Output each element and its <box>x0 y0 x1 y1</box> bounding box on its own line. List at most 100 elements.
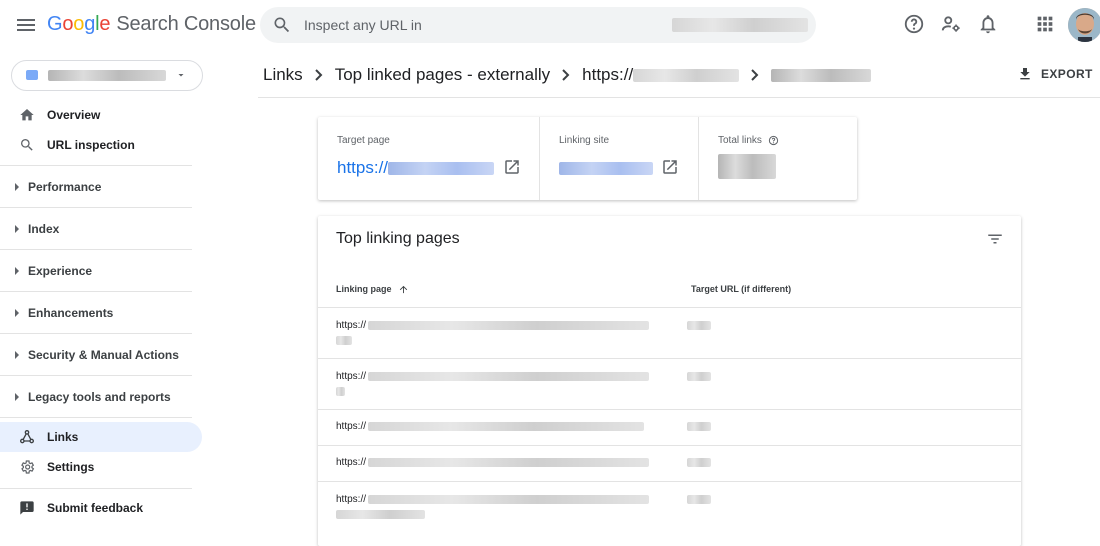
redacted-target-url <box>388 162 494 175</box>
sidebar-group-security[interactable]: Security & Manual Actions <box>0 333 192 375</box>
breadcrumb-links[interactable]: Links <box>263 65 303 85</box>
redacted-target-url <box>687 495 711 504</box>
redacted-linking-site[interactable] <box>559 162 653 175</box>
sidebar-group-legacy-tools[interactable]: Legacy tools and reports <box>0 375 192 417</box>
linking-site-label: Linking site <box>559 135 610 146</box>
expand-arrow-icon <box>15 266 19 275</box>
sidebar-group-experience[interactable]: Experience <box>0 249 192 291</box>
export-label: EXPORT <box>1041 67 1093 81</box>
total-links-label: Total links <box>718 135 779 146</box>
table-title: Top linking pages <box>336 230 460 247</box>
top-linking-pages-card: Top linking pages Linking page Target UR… <box>318 216 1021 546</box>
target-page-url[interactable]: https:// <box>337 158 388 178</box>
sidebar-group-index[interactable]: Index <box>0 207 192 249</box>
table-row[interactable]: https:// <box>318 358 1021 410</box>
sidebar-item-overview[interactable]: Overview <box>0 100 202 130</box>
column-header-target-url[interactable]: Target URL (if different) <box>691 284 791 294</box>
logo-letter: g <box>84 13 96 35</box>
logo-letter: o <box>73 13 85 35</box>
top-app-bar: Google Search Console Inspect any URL in <box>0 0 1100 50</box>
total-links-cell: Total links <box>699 117 857 200</box>
chevron-right-icon <box>750 69 760 81</box>
sidebar-group-label: Legacy tools and reports <box>28 389 171 404</box>
breadcrumb-target-url[interactable]: https:// <box>582 65 633 85</box>
summary-card: Target page https:// Linking site Total … <box>318 117 857 200</box>
sidebar-divider <box>0 488 192 489</box>
table-row[interactable]: https:// <box>318 481 1021 532</box>
expand-arrow-icon <box>15 182 19 191</box>
sidebar-item-label: Overview <box>47 108 101 122</box>
open-in-new-icon[interactable] <box>503 158 521 176</box>
header-divider <box>258 97 1100 98</box>
sidebar-group-label: Enhancements <box>28 305 114 320</box>
filter-icon[interactable] <box>986 230 1004 248</box>
search-placeholder: Inspect any URL in <box>304 17 422 33</box>
property-selector[interactable] <box>11 60 203 91</box>
target-page-cell: Target page https:// <box>318 117 540 200</box>
target-page-label: Target page <box>337 135 390 146</box>
export-button[interactable]: EXPORT <box>1017 63 1093 85</box>
linking-page-url: https:// <box>336 494 367 505</box>
url-inspection-search-bar[interactable]: Inspect any URL in <box>260 7 816 43</box>
search-icon <box>272 15 292 35</box>
redacted-url <box>368 422 644 431</box>
sidebar-group-label: Experience <box>28 263 93 278</box>
sidebar-item-label: Links <box>47 430 79 444</box>
dropdown-caret-icon <box>175 69 187 81</box>
main-menu-icon[interactable] <box>14 13 38 37</box>
table-row[interactable]: https:// <box>318 409 1021 446</box>
logo-letter: o <box>62 13 74 35</box>
search-icon <box>19 137 35 153</box>
sidebar-group-performance[interactable]: Performance <box>0 165 192 207</box>
redacted-url <box>368 458 649 467</box>
expand-arrow-icon <box>15 308 19 317</box>
table-row[interactable]: https:// <box>318 445 1021 482</box>
sort-ascending-icon[interactable] <box>398 284 409 295</box>
redacted-total-links <box>718 154 776 179</box>
sidebar-item-label: Settings <box>47 460 95 474</box>
linking-page-url: https:// <box>336 320 367 331</box>
linking-page-url: https:// <box>336 457 367 468</box>
total-links-label-text: Total links <box>718 135 762 147</box>
open-in-new-icon[interactable] <box>661 158 679 176</box>
property-icon <box>26 70 38 80</box>
column-header-linking-page[interactable]: Linking page <box>336 284 409 295</box>
product-logo[interactable]: Google Search Console <box>47 13 256 36</box>
expand-arrow-icon <box>15 224 19 233</box>
notifications-icon[interactable] <box>977 13 1001 37</box>
apps-grid-icon[interactable] <box>1034 13 1058 37</box>
sidebar-item-links[interactable]: Links <box>0 422 202 452</box>
redacted-property-name <box>48 70 166 81</box>
expand-arrow-icon <box>15 392 19 401</box>
sidebar-item-settings[interactable]: Settings <box>0 452 202 482</box>
sidebar-item-label: Submit feedback <box>47 501 144 515</box>
sidebar-item-url-inspection[interactable]: URL inspection <box>0 130 202 160</box>
gear-icon <box>19 459 35 475</box>
chevron-right-icon <box>314 69 324 81</box>
table-row[interactable]: https:// <box>318 307 1021 359</box>
product-name: Search Console <box>116 13 256 35</box>
sidebar-item-submit-feedback[interactable]: Submit feedback <box>0 493 202 523</box>
redacted-property-name <box>672 18 808 32</box>
help-outline-icon[interactable] <box>768 135 779 146</box>
redacted-url <box>336 510 425 519</box>
sidebar-group-enhancements[interactable]: Enhancements <box>0 291 192 333</box>
linking-page-url: https:// <box>336 371 367 382</box>
redacted-url <box>368 321 649 330</box>
help-icon[interactable] <box>903 13 927 37</box>
manage-users-icon[interactable] <box>940 13 964 37</box>
home-icon <box>19 107 35 123</box>
redacted-target-url <box>687 321 711 330</box>
breadcrumb: Links Top linked pages - externally http… <box>263 64 872 86</box>
account-avatar[interactable] <box>1068 8 1100 42</box>
redacted-url <box>368 495 649 504</box>
linking-site-cell: Linking site <box>540 117 699 200</box>
breadcrumb-linking-site[interactable] <box>771 68 872 82</box>
links-icon <box>19 429 35 445</box>
table-header: Linking page Target URL (if different) <box>318 271 1021 308</box>
target-page-url-prefix: https:// <box>337 158 389 177</box>
column-header-label: Linking page <box>336 284 392 294</box>
breadcrumb-top-linked-pages[interactable]: Top linked pages - externally <box>335 65 550 85</box>
linking-page-url: https:// <box>336 421 367 432</box>
feedback-icon <box>19 500 35 516</box>
